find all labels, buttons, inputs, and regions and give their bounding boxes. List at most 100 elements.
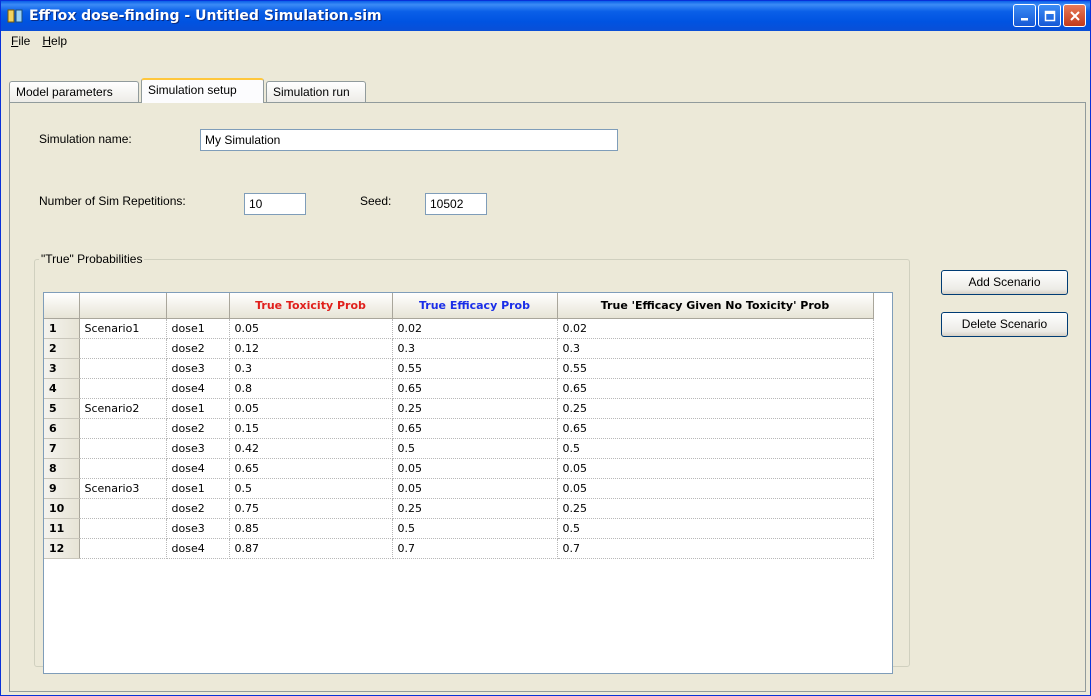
efficacy-no-tox-cell[interactable]: 0.65 [557, 378, 874, 399]
table-row[interactable]: 6 dose2 0.15 0.65 0.65 [44, 418, 874, 439]
efficacy-no-tox-cell[interactable]: 0.3 [557, 338, 874, 359]
toxicity-cell[interactable]: 0.75 [229, 498, 393, 519]
efficacy-no-tox-cell[interactable]: 0.25 [557, 398, 874, 419]
grid-header-toxicity[interactable]: True Toxicity Prob [229, 293, 393, 319]
table-row[interactable]: 3 dose3 0.3 0.55 0.55 [44, 358, 874, 379]
efficacy-cell[interactable]: 0.25 [392, 498, 558, 519]
add-scenario-button[interactable]: Add Scenario [941, 270, 1068, 295]
dose-cell[interactable]: dose3 [166, 358, 230, 379]
efficacy-cell[interactable]: 0.5 [392, 518, 558, 539]
efficacy-no-tox-cell[interactable]: 0.65 [557, 418, 874, 439]
table-row[interactable]: 8 dose4 0.65 0.05 0.05 [44, 458, 874, 479]
efficacy-cell[interactable]: 0.65 [392, 378, 558, 399]
seed-input[interactable]: 10502 [425, 193, 487, 215]
dose-cell[interactable]: dose1 [166, 398, 230, 419]
efficacy-cell[interactable]: 0.02 [392, 318, 558, 339]
grid-header-efficacy-no-toxicity[interactable]: True 'Efficacy Given No Toxicity' Prob [557, 293, 874, 319]
scenario-cell[interactable] [79, 498, 167, 519]
efficacy-cell[interactable]: 0.55 [392, 358, 558, 379]
efficacy-cell[interactable]: 0.5 [392, 438, 558, 459]
dose-cell[interactable]: dose4 [166, 458, 230, 479]
scenario-cell[interactable] [79, 378, 167, 399]
table-row[interactable]: 7 dose3 0.42 0.5 0.5 [44, 438, 874, 459]
tab-simulation-setup[interactable]: Simulation setup [141, 78, 264, 103]
efftox-app-icon [7, 8, 23, 24]
efficacy-no-tox-cell[interactable]: 0.7 [557, 538, 874, 559]
scenario-cell[interactable]: Scenario3 [79, 478, 167, 499]
toxicity-cell[interactable]: 0.12 [229, 338, 393, 359]
scenario-cell[interactable]: Scenario1 [79, 318, 167, 339]
close-icon[interactable] [1063, 4, 1086, 27]
menu-file[interactable]: File [5, 34, 36, 48]
dose-cell[interactable]: dose2 [166, 498, 230, 519]
row-number: 9 [44, 478, 80, 499]
menu-bar: File Help [1, 31, 1090, 51]
dose-cell[interactable]: dose2 [166, 418, 230, 439]
efficacy-cell[interactable]: 0.25 [392, 398, 558, 419]
scenario-cell[interactable] [79, 458, 167, 479]
table-row[interactable]: 1 Scenario1 dose1 0.05 0.02 0.02 [44, 318, 874, 339]
dose-cell[interactable]: dose3 [166, 438, 230, 459]
row-number: 1 [44, 318, 80, 339]
row-number: 12 [44, 538, 80, 559]
table-row[interactable]: 9 Scenario3 dose1 0.5 0.05 0.05 [44, 478, 874, 499]
row-number: 5 [44, 398, 80, 419]
table-row[interactable]: 12 dose4 0.87 0.7 0.7 [44, 538, 874, 559]
scenario-cell[interactable]: Scenario2 [79, 398, 167, 419]
row-number: 8 [44, 458, 80, 479]
efficacy-cell[interactable]: 0.05 [392, 478, 558, 499]
scenario-cell[interactable] [79, 438, 167, 459]
title-bar[interactable]: EffTox dose-finding - Untitled Simulatio… [1, 1, 1090, 31]
dose-cell[interactable]: dose1 [166, 318, 230, 339]
toxicity-cell[interactable]: 0.85 [229, 518, 393, 539]
row-number: 7 [44, 438, 80, 459]
dose-cell[interactable]: dose1 [166, 478, 230, 499]
toxicity-cell[interactable]: 0.87 [229, 538, 393, 559]
scenario-cell[interactable] [79, 538, 167, 559]
toxicity-cell[interactable]: 0.05 [229, 398, 393, 419]
table-row[interactable]: 10 dose2 0.75 0.25 0.25 [44, 498, 874, 519]
table-row[interactable]: 4 dose4 0.8 0.65 0.65 [44, 378, 874, 399]
efficacy-cell[interactable]: 0.3 [392, 338, 558, 359]
efficacy-no-tox-cell[interactable]: 0.5 [557, 438, 874, 459]
toxicity-cell[interactable]: 0.05 [229, 318, 393, 339]
dose-cell[interactable]: dose4 [166, 538, 230, 559]
efficacy-cell[interactable]: 0.7 [392, 538, 558, 559]
efficacy-no-tox-cell[interactable]: 0.05 [557, 458, 874, 479]
efficacy-no-tox-cell[interactable]: 0.5 [557, 518, 874, 539]
toxicity-cell[interactable]: 0.3 [229, 358, 393, 379]
delete-scenario-button[interactable]: Delete Scenario [941, 312, 1068, 337]
table-row[interactable]: 2 dose2 0.12 0.3 0.3 [44, 338, 874, 359]
efficacy-no-tox-cell[interactable]: 0.02 [557, 318, 874, 339]
menu-help[interactable]: Help [36, 34, 73, 48]
scenario-cell[interactable] [79, 518, 167, 539]
dose-cell[interactable]: dose2 [166, 338, 230, 359]
toxicity-cell[interactable]: 0.42 [229, 438, 393, 459]
table-row[interactable]: 11 dose3 0.85 0.5 0.5 [44, 518, 874, 539]
toxicity-cell[interactable]: 0.8 [229, 378, 393, 399]
minimize-icon[interactable] [1013, 4, 1036, 27]
row-number: 2 [44, 338, 80, 359]
probabilities-grid[interactable]: True Toxicity Prob True Efficacy Prob Tr… [43, 292, 893, 674]
scenario-cell[interactable] [79, 358, 167, 379]
scenario-cell[interactable] [79, 418, 167, 439]
toxicity-cell[interactable]: 0.65 [229, 458, 393, 479]
tab-model-parameters[interactable]: Model parameters [9, 81, 139, 103]
table-row[interactable]: 5 Scenario2 dose1 0.05 0.25 0.25 [44, 398, 874, 419]
scenario-cell[interactable] [79, 338, 167, 359]
grid-header-efficacy[interactable]: True Efficacy Prob [392, 293, 558, 319]
toxicity-cell[interactable]: 0.5 [229, 478, 393, 499]
reps-input[interactable]: 10 [244, 193, 306, 215]
sim-name-input[interactable]: My Simulation [200, 129, 618, 151]
efficacy-no-tox-cell[interactable]: 0.55 [557, 358, 874, 379]
grid-header-dose [166, 293, 230, 319]
tab-simulation-run[interactable]: Simulation run [266, 81, 366, 103]
efficacy-no-tox-cell[interactable]: 0.05 [557, 478, 874, 499]
efficacy-cell[interactable]: 0.65 [392, 418, 558, 439]
efficacy-cell[interactable]: 0.05 [392, 458, 558, 479]
efficacy-no-tox-cell[interactable]: 0.25 [557, 498, 874, 519]
dose-cell[interactable]: dose3 [166, 518, 230, 539]
toxicity-cell[interactable]: 0.15 [229, 418, 393, 439]
maximize-icon[interactable] [1038, 4, 1061, 27]
dose-cell[interactable]: dose4 [166, 378, 230, 399]
